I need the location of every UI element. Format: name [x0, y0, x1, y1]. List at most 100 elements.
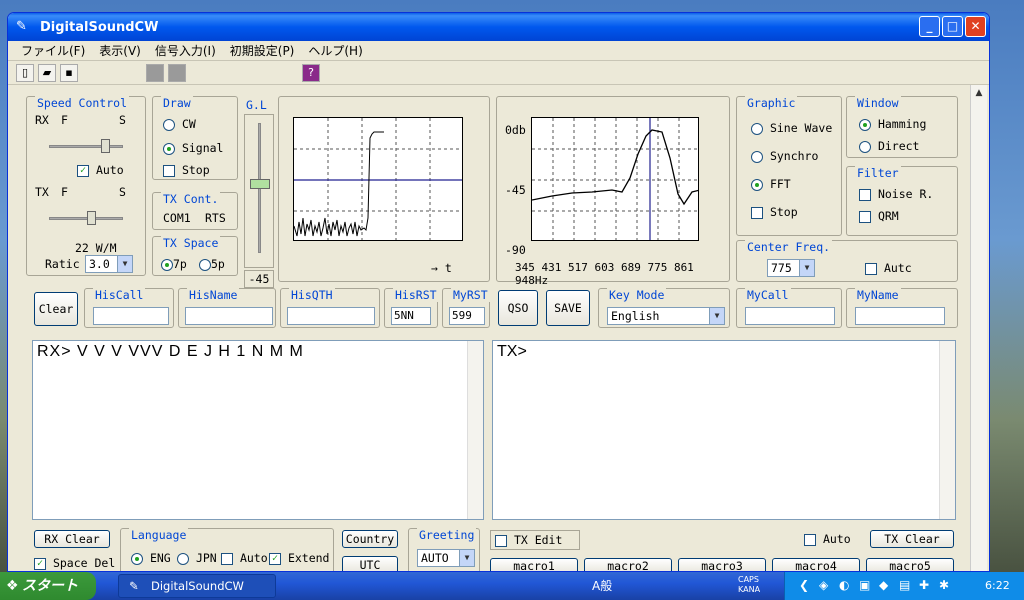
his-qth-input[interactable]: [287, 307, 375, 325]
tx-edit-checkbox[interactable]: [495, 534, 507, 547]
open-folder-icon[interactable]: ▰: [38, 63, 56, 82]
noise-reduction-checkbox[interactable]: [859, 188, 871, 201]
save-disk-icon[interactable]: ▪: [60, 63, 78, 82]
country-button[interactable]: Country: [342, 530, 398, 548]
tx-space-7p-radio[interactable]: [161, 258, 173, 271]
tx-space-5p-label: 5p: [211, 257, 225, 271]
tray-shield-icon[interactable]: ◈: [819, 578, 828, 592]
his-call-input[interactable]: [93, 307, 169, 325]
rx-clear-button[interactable]: RX Clear: [34, 530, 110, 548]
tray-security-icon[interactable]: ✚: [919, 578, 929, 592]
tray-network-icon[interactable]: ▣: [859, 578, 870, 592]
tx-textarea[interactable]: TX>: [492, 340, 956, 520]
taskbar-item-digitalsoundcw[interactable]: ✎ DigitalSoundCW: [118, 574, 276, 598]
gl-slider-thumb[interactable]: [250, 179, 270, 189]
my-name-input[interactable]: [855, 307, 945, 325]
toolbar-gray-icon-1[interactable]: [146, 63, 164, 82]
app-icon: ✎: [16, 19, 27, 34]
tray-arrow-icon[interactable]: ❮: [799, 578, 809, 592]
tray-volume-icon[interactable]: ◐: [839, 578, 849, 592]
graphic-sine-radio[interactable]: [751, 122, 763, 135]
clock[interactable]: 6:22: [985, 579, 1010, 592]
tray-device-icon[interactable]: ✱: [939, 578, 949, 592]
macro1-button[interactable]: macro1: [490, 558, 578, 571]
his-name-input[interactable]: [185, 307, 273, 325]
minimize-button[interactable]: _: [919, 16, 940, 37]
direct-radio[interactable]: [859, 140, 871, 153]
tx-clear-button[interactable]: TX Clear: [870, 530, 954, 548]
tx-edit-check[interactable]: TX Edit: [490, 530, 580, 550]
macro5-button[interactable]: macro5: [866, 558, 954, 571]
scroll-up-arrow-icon[interactable]: ▲: [971, 85, 987, 102]
window-vertical-scrollbar[interactable]: ▲: [970, 85, 987, 571]
hamming-radio[interactable]: [859, 118, 871, 131]
lang-eng-radio[interactable]: [131, 552, 143, 565]
tx-space-group: TX Space 7p 5p: [152, 236, 238, 276]
macro3-button[interactable]: macro3: [678, 558, 766, 571]
graphic-synchro-radio[interactable]: [751, 150, 763, 163]
language-label: Language: [129, 528, 189, 542]
draw-stop-checkbox[interactable]: [163, 164, 175, 177]
center-freq-select[interactable]: 775 ▼: [767, 259, 815, 277]
close-button[interactable]: ✕: [965, 16, 986, 37]
tray-display-icon[interactable]: ▤: [899, 578, 910, 592]
gl-label: G.L: [246, 98, 267, 112]
tx-speed-thumb[interactable]: [87, 211, 96, 225]
rts-label: RTS: [205, 211, 226, 225]
chevron-down-icon[interactable]: ▼: [117, 256, 132, 272]
rx-scrollbar[interactable]: [467, 341, 483, 519]
key-mode-label: Key Mode: [607, 288, 667, 302]
chevron-down-icon[interactable]: ▼: [459, 550, 474, 566]
extend-checkbox[interactable]: ✓: [269, 552, 281, 565]
lang-auto-checkbox[interactable]: [221, 552, 233, 565]
help-icon[interactable]: ?: [302, 63, 320, 82]
ratio-select[interactable]: 3.0 ▼: [85, 255, 133, 273]
auto-checkbox[interactable]: ✓: [77, 164, 89, 177]
qso-button[interactable]: QSO: [498, 290, 538, 326]
start-button[interactable]: ❖ スタート: [0, 572, 96, 600]
ime-indicator[interactable]: A般: [592, 577, 612, 594]
graphic-fft-radio[interactable]: [751, 178, 763, 191]
draw-cw-radio[interactable]: [163, 118, 175, 131]
center-freq-auto-checkbox[interactable]: [865, 262, 877, 275]
menu-file[interactable]: ファイル(F): [14, 42, 92, 59]
qrm-checkbox[interactable]: [859, 210, 871, 223]
greeting-select[interactable]: AUTO ▼: [417, 549, 475, 567]
rx-speed-slider[interactable]: [49, 145, 123, 148]
tx-space-5p-radio[interactable]: [199, 258, 211, 271]
macro4-button[interactable]: macro4: [772, 558, 860, 571]
space-del-checkbox[interactable]: ✓: [34, 557, 46, 570]
clear-button[interactable]: Clear: [34, 292, 78, 326]
tx-speed-slider[interactable]: [49, 217, 123, 220]
his-rst-group: HisRST 5NN: [384, 288, 439, 328]
graphic-stop-checkbox[interactable]: [751, 206, 763, 219]
draw-signal-radio[interactable]: [163, 142, 175, 155]
menu-settings[interactable]: 初期設定(P): [223, 42, 302, 59]
my-rst-input[interactable]: 599: [449, 307, 485, 325]
rx-textarea[interactable]: RX> V V V VVV D E J H 1 N M M: [32, 340, 484, 520]
auto-check[interactable]: ✓ Auto: [77, 163, 124, 177]
tray-app-icon[interactable]: ◆: [879, 578, 888, 592]
save-button[interactable]: SAVE: [546, 290, 590, 326]
menu-help[interactable]: ヘルプ(H): [301, 42, 369, 59]
menu-signal-input[interactable]: 信号入力(I): [148, 42, 223, 59]
window-title: DigitalSoundCW: [40, 19, 159, 35]
toolbar-gray-icon-2[interactable]: [168, 63, 186, 82]
key-mode-select[interactable]: English ▼: [607, 307, 725, 325]
tx-scrollbar[interactable]: [939, 341, 955, 519]
my-call-input[interactable]: [745, 307, 835, 325]
rx-speed-thumb[interactable]: [101, 139, 110, 153]
new-file-icon[interactable]: ▯: [16, 63, 34, 82]
lang-auto-label: Auto: [239, 551, 268, 565]
his-rst-input[interactable]: 5NN: [391, 307, 431, 325]
tx-auto-checkbox[interactable]: [804, 533, 816, 546]
utc-button[interactable]: UTC: [342, 556, 398, 571]
chevron-down-icon[interactable]: ▼: [799, 260, 814, 276]
title-bar[interactable]: ✎ DigitalSoundCW _ □ ✕: [8, 13, 989, 41]
lang-jpn-radio[interactable]: [177, 552, 189, 565]
menu-view[interactable]: 表示(V): [92, 42, 148, 59]
key-mode-value: English: [611, 309, 660, 323]
macro2-button[interactable]: macro2: [584, 558, 672, 571]
maximize-button[interactable]: □: [942, 16, 963, 37]
chevron-down-icon[interactable]: ▼: [709, 308, 724, 324]
